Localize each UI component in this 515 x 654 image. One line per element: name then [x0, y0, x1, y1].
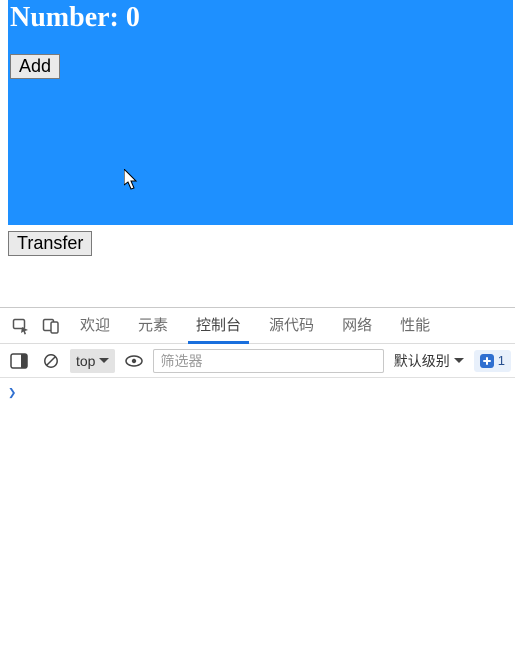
number-heading: Number: 0 — [8, 0, 513, 34]
mouse-cursor-icon — [124, 169, 140, 191]
filter-input[interactable] — [153, 349, 383, 373]
live-expression-icon[interactable] — [121, 348, 147, 374]
devtools-panel: 欢迎 元素 控制台 源代码 网络 性能 内 top 默认级别 1 — [0, 307, 515, 405]
device-toggle-icon[interactable] — [36, 311, 66, 341]
tab-performance[interactable]: 性能 — [386, 308, 444, 344]
tab-console[interactable]: 控制台 — [182, 308, 255, 344]
console-toolbar: top 默认级别 1 — [0, 344, 515, 378]
log-level-label: 默认级别 — [394, 351, 450, 371]
console-body[interactable]: ❯ — [0, 378, 515, 405]
component-panel: Number: 0 Add — [8, 0, 513, 225]
chevron-down-icon — [99, 358, 109, 364]
tab-memory-cut[interactable]: 内 — [444, 308, 458, 344]
log-level-selector[interactable]: 默认级别 — [390, 349, 468, 373]
tab-welcome[interactable]: 欢迎 — [66, 308, 124, 344]
devtools-tabbar: 欢迎 元素 控制台 源代码 网络 性能 内 — [0, 308, 515, 344]
issues-badge[interactable]: 1 — [474, 350, 511, 372]
number-label: Number: — [10, 2, 126, 33]
console-prompt: ❯ — [8, 385, 16, 401]
clear-console-icon[interactable] — [38, 348, 64, 374]
toggle-sidebar-icon[interactable] — [6, 348, 32, 374]
info-icon — [480, 354, 494, 368]
inspect-element-icon[interactable] — [6, 311, 36, 341]
tab-sources[interactable]: 源代码 — [255, 308, 328, 344]
tab-network[interactable]: 网络 — [328, 308, 386, 344]
page-content: Number: 0 Add Transfer — [0, 0, 515, 256]
issues-count: 1 — [498, 353, 505, 368]
chevron-down-icon — [454, 358, 464, 364]
context-selector[interactable]: top — [70, 349, 115, 373]
context-label: top — [76, 353, 95, 369]
number-value: 0 — [126, 2, 140, 33]
add-button[interactable]: Add — [10, 54, 60, 79]
tab-elements[interactable]: 元素 — [124, 308, 182, 344]
transfer-button[interactable]: Transfer — [8, 231, 92, 256]
